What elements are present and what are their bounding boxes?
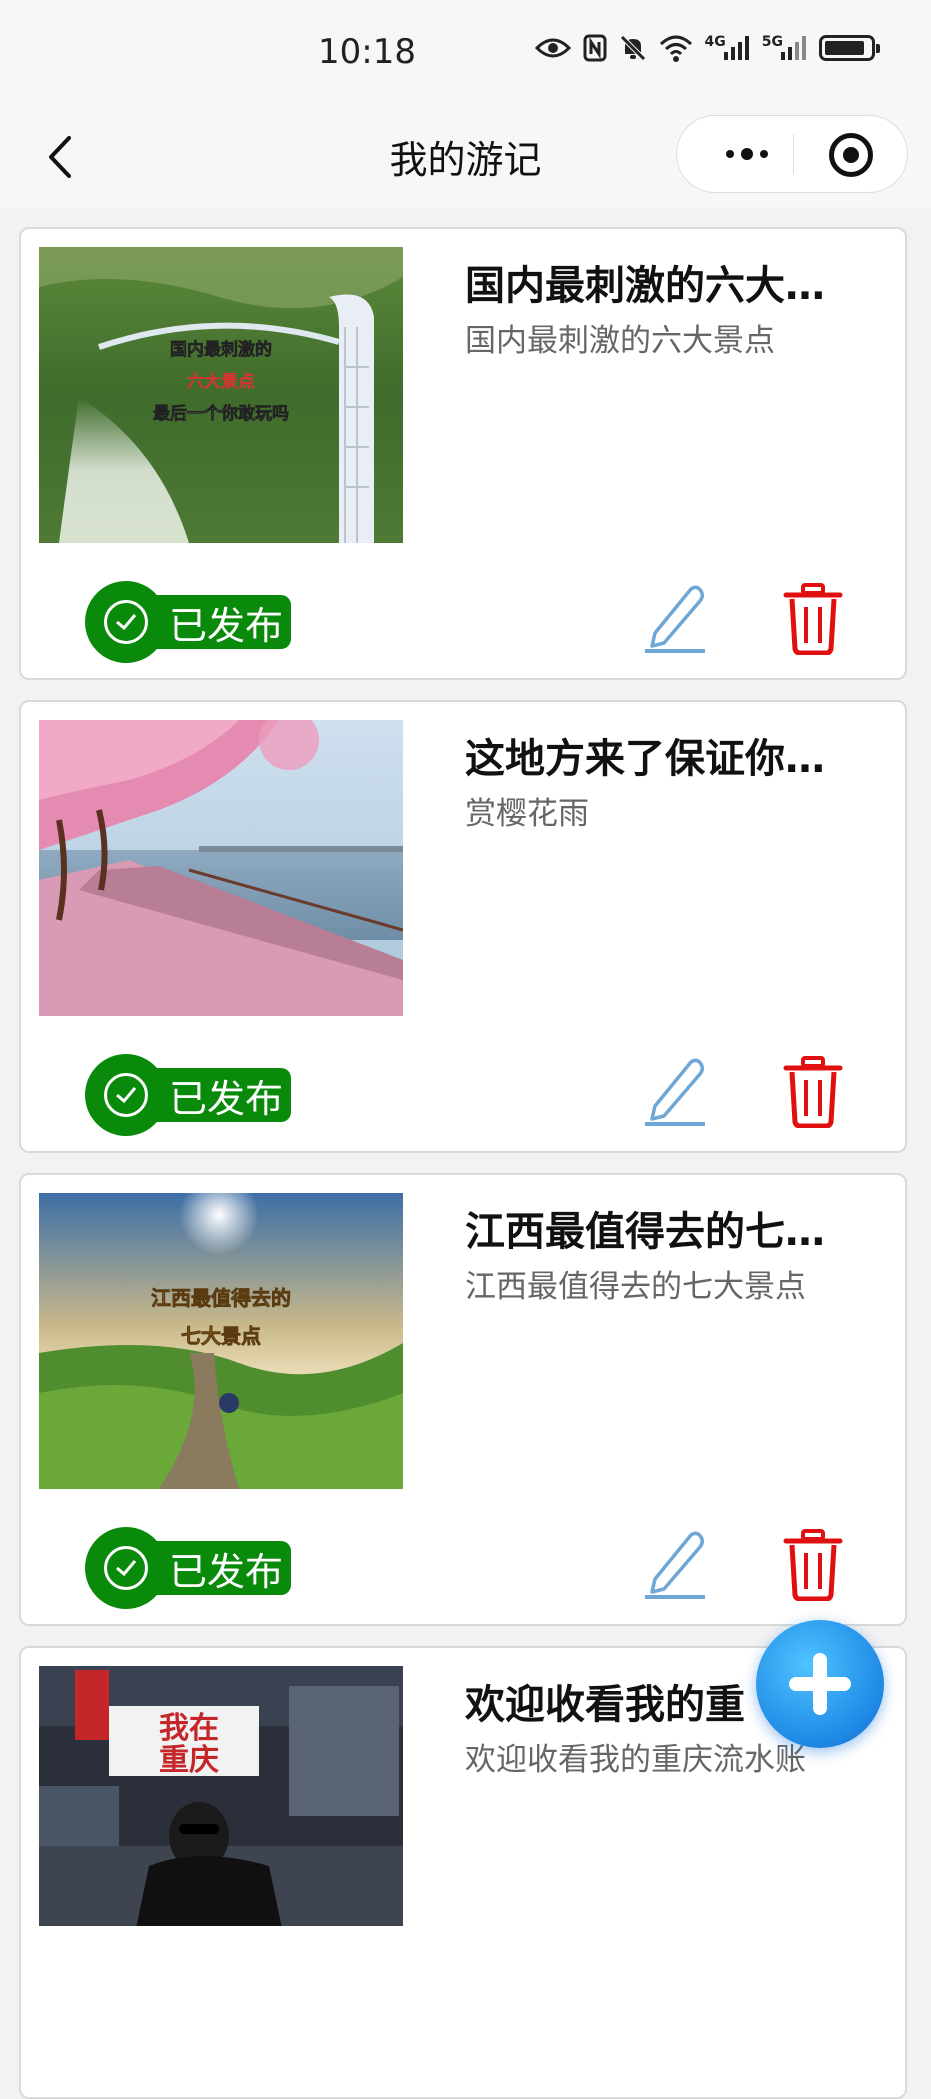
thumb-caption: 重庆 [159,1743,219,1778]
thumb-caption: 江西最值得去的 [151,1286,291,1310]
thumb-caption: 国内最刺激的 [170,339,272,360]
capsule-divider [793,134,794,174]
edit-button[interactable] [643,1054,709,1128]
note-thumbnail: 我在 重庆 [39,1666,403,1926]
thumb-caption: 我在 [159,1711,219,1746]
status-label: 已发布 [169,603,284,648]
thumb-caption: 六大景点 [187,371,255,392]
back-button[interactable] [30,127,90,187]
pencil-icon [645,1531,705,1599]
status-badge: 已发布 [85,581,291,663]
status-icons: 4G 5G [534,34,880,62]
note-subtitle: 江西最值得去的七大景点 [465,1269,806,1305]
mini-program-capsule [676,115,908,193]
eye-icon [534,36,571,60]
note-thumbnail: 江西最值得去的 七大景点 [39,1193,403,1489]
note-thumbnail: 国内最刺激的 六大景点 最后一个你敢玩吗 [39,247,403,543]
wifi-icon [659,34,693,62]
delete-button[interactable] [783,1056,843,1129]
edit-button[interactable] [643,1527,709,1601]
note-thumbnail [39,720,403,1016]
note-card[interactable]: 江西最值得去的 七大景点 江西最值得去的七… 江西最值得去的七大景点 已发布 [19,1173,907,1626]
status-label: 已发布 [169,1076,284,1121]
note-subtitle: 国内最刺激的六大景点 [465,323,775,359]
note-card[interactable]: 国内最刺激的 六大景点 最后一个你敢玩吗 国内最刺激的六大… 国内最刺激的六大景… [19,227,907,680]
signal-4g-icon: 4G [705,34,750,62]
status-time: 10:18 [318,32,416,72]
close-miniprogram-button[interactable] [829,133,873,177]
check-circle-icon [104,1546,148,1590]
trash-icon [783,1056,843,1129]
note-subtitle: 赏樱花雨 [465,796,589,832]
plus-icon [789,1653,851,1715]
signal-5g-icon: 5G [762,34,807,62]
pencil-icon [645,1058,705,1126]
thumb-caption: 七大景点 [181,1324,261,1348]
delete-button[interactable] [783,1529,843,1602]
note-title: 江西最值得去的七… [465,1209,825,1255]
check-circle-icon [104,1073,148,1117]
pencil-icon [645,585,705,653]
status-badge: 已发布 [85,1054,291,1136]
check-circle-icon [104,600,148,644]
thumb-caption: 最后一个你敢玩吗 [153,403,289,424]
nav-bar: 我的游记 [0,105,931,208]
more-button[interactable] [707,116,787,192]
battery-icon [819,35,880,61]
mute-bell-icon [619,34,647,62]
trash-icon [783,583,843,656]
delete-button[interactable] [783,583,843,656]
nfc-icon [583,34,607,62]
chevron-left-icon [49,136,71,178]
status-bar: 10:18 4G 5G [0,0,931,105]
note-title: 国内最刺激的六大… [465,263,825,309]
status-label: 已发布 [169,1549,284,1594]
edit-button[interactable] [643,581,709,655]
more-dots-icon [726,150,734,158]
note-title: 这地方来了保证你… [465,736,825,782]
add-note-button[interactable] [756,1620,884,1748]
status-badge: 已发布 [85,1527,291,1609]
trash-icon [783,1529,843,1602]
note-card[interactable]: 这地方来了保证你… 赏樱花雨 已发布 [19,700,907,1153]
